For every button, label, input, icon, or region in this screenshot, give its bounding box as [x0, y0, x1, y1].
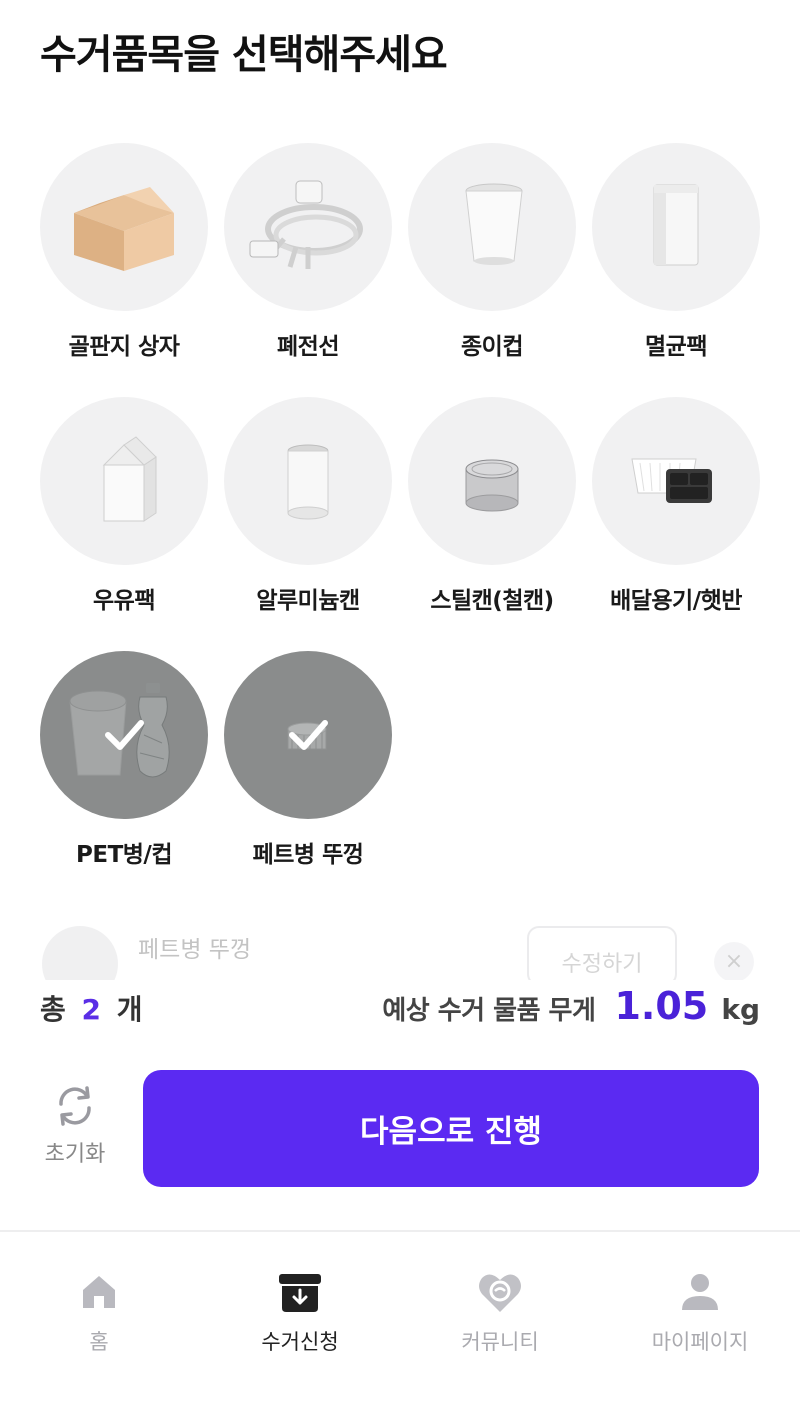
item-circle[interactable]: [592, 143, 760, 311]
item-milk-carton[interactable]: 우유팩: [40, 397, 208, 615]
item-circle[interactable]: [592, 397, 760, 565]
item-circle[interactable]: [224, 397, 392, 565]
selected-item-row: 페트병 뚜껑 수정하기 ×: [0, 920, 800, 980]
item-circle[interactable]: [408, 397, 576, 565]
item-label: 폐전선: [277, 334, 339, 360]
tab-pickup-request[interactable]: 수거신청: [220, 1270, 380, 1356]
item-label: 스틸캔(철캔): [430, 588, 554, 614]
bottom-tab-bar: 홈 수거신청 커뮤니티 마이페이지: [0, 1230, 800, 1424]
pickup-box-icon: [279, 1274, 321, 1312]
tab-label: 홈: [89, 1330, 109, 1354]
item-pet-bottle[interactable]: PET병/컵: [40, 651, 208, 869]
estimated-weight: 예상 수거 물품 무게 1.05 kg: [382, 984, 760, 1028]
tab-home[interactable]: 홈: [19, 1270, 179, 1356]
sterile-pack-icon: [653, 184, 699, 266]
item-circle[interactable]: [224, 143, 392, 311]
milk-carton-icon: [102, 436, 157, 522]
summary-bar: 총 2 개 예상 수거 물품 무게 1.05 kg: [40, 984, 760, 1034]
item-label: 종이컵: [461, 334, 523, 360]
item-cardboard-box[interactable]: 골판지 상자: [40, 143, 208, 361]
pickup-item-select-screen: 수거품목을 선택해주세요 골판지 상자 폐전선 종이컵 멸균팩 우유팩 알루미늄…: [0, 0, 800, 1424]
tab-community[interactable]: 커뮤니티: [420, 1270, 580, 1356]
item-label: 알루미늄캔: [256, 588, 360, 614]
heart-community-icon: [479, 1274, 521, 1312]
item-sterile-pack[interactable]: 멸균팩: [592, 143, 760, 361]
check-icon: [105, 720, 144, 750]
item-circle[interactable]: [40, 651, 208, 819]
weight-value: 1.05: [614, 984, 709, 1028]
next-button[interactable]: 다음으로 진행: [143, 1070, 759, 1187]
cardboard-box-icon: [74, 187, 174, 271]
total-prefix: 총: [40, 993, 66, 1026]
aluminum-can-icon: [287, 444, 329, 520]
selected-item-thumbnail: [42, 926, 118, 980]
check-icon: [289, 720, 328, 750]
item-circle[interactable]: [40, 397, 208, 565]
item-label: 페트병 뚜껑: [252, 842, 364, 868]
home-icon: [83, 1276, 115, 1308]
reset-label: 초기화: [44, 1142, 106, 1167]
item-label: 골판지 상자: [68, 334, 180, 360]
item-delivery-container[interactable]: 배달용기/햇반: [592, 397, 760, 615]
remove-button[interactable]: ×: [714, 942, 754, 980]
item-paper-cup[interactable]: 종이컵: [408, 143, 576, 361]
item-circle[interactable]: [224, 651, 392, 819]
item-aluminum-can[interactable]: 알루미늄캔: [224, 397, 392, 615]
item-waste-cable[interactable]: 폐전선: [224, 143, 392, 361]
item-label: 멸균팩: [645, 334, 707, 360]
selected-item-name: 페트병 뚜껑: [138, 937, 252, 963]
total-count: 총 2 개: [40, 988, 143, 1028]
user-icon: [682, 1274, 718, 1310]
steel-can-icon: [465, 459, 519, 512]
reset-button[interactable]: 초기화: [32, 1082, 118, 1174]
tab-label: 마이페이지: [651, 1330, 749, 1354]
item-circle[interactable]: [408, 143, 576, 311]
weight-unit: kg: [721, 993, 760, 1026]
cable-icon: [249, 180, 363, 269]
refresh-icon: [59, 1086, 91, 1126]
item-bottle-cap[interactable]: 페트병 뚜껑: [224, 651, 392, 869]
page-title: 수거품목을 선택해주세요: [40, 32, 448, 78]
paper-cup-icon: [465, 183, 523, 265]
item-steel-can[interactable]: 스틸캔(철캔): [408, 397, 576, 615]
tab-label: 수거신청: [261, 1330, 339, 1354]
tab-mypage[interactable]: 마이페이지: [620, 1270, 780, 1356]
count-value: 2: [81, 993, 101, 1026]
delivery-container-icon: [631, 458, 712, 503]
item-label: PET병/컵: [76, 842, 172, 868]
item-label: 우유팩: [93, 588, 155, 614]
item-label: 배달용기/햇반: [610, 588, 742, 614]
edit-button[interactable]: 수정하기: [527, 926, 677, 980]
tab-label: 커뮤니티: [461, 1330, 539, 1354]
item-grid: 골판지 상자 폐전선 종이컵 멸균팩 우유팩 알루미늄캔 스틸캔(철캔) 배달용…: [40, 143, 762, 869]
item-circle[interactable]: [40, 143, 208, 311]
weight-label: 예상 수거 물품 무게: [382, 996, 596, 1026]
count-unit: 개: [116, 993, 143, 1026]
